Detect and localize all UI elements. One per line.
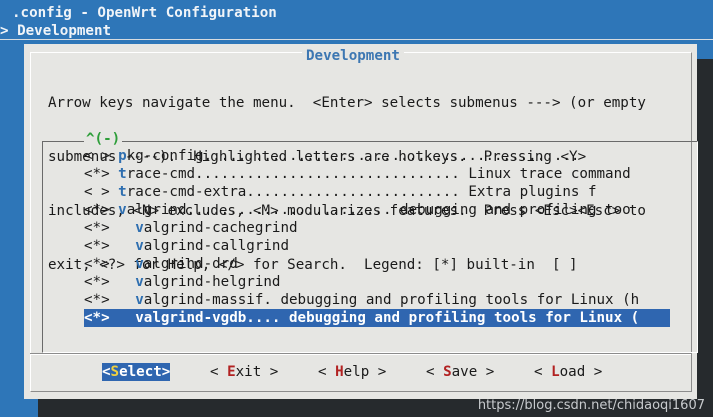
menu-item-state[interactable]: <*> (84, 220, 110, 236)
menu-item-hotkey: t (118, 184, 127, 200)
menuconfig-dialog: Development Arrow keys navigate the menu… (24, 44, 698, 399)
button-pre: < (534, 364, 552, 380)
select-button[interactable]: <Select> (102, 363, 171, 381)
button-divider-highlight (30, 354, 691, 355)
menu-item-state[interactable]: <*> (84, 202, 110, 218)
menu-item-indent (110, 202, 119, 218)
button-pre: < (318, 364, 336, 380)
menu-item[interactable]: < > pkg-config..........................… (84, 147, 670, 165)
menu-item-selected[interactable]: <*> valgrind-vgdb.... debugging and prof… (84, 309, 670, 327)
menu-item-state[interactable]: <*> (84, 310, 110, 326)
menu-item-hotkey: v (135, 292, 144, 308)
scroll-up-indicator[interactable]: ^(-) (84, 130, 123, 148)
button-pre: < (426, 364, 444, 380)
button-post: ave > (451, 364, 495, 380)
menu-item-state[interactable]: <*> (84, 292, 110, 308)
menu-item-indent (110, 238, 136, 254)
help-line: Arrow keys navigate the menu. <Enter> se… (48, 95, 646, 111)
menu-item-indent (110, 274, 136, 290)
menu-item-hotkey: v (118, 202, 127, 218)
menu-item-state[interactable]: <*> (84, 256, 110, 272)
menu-item[interactable]: <*> valgrind-massif. debugging and profi… (84, 291, 670, 309)
breadcrumb: > Development (0, 23, 112, 39)
menu-item-indent (110, 310, 136, 326)
menu-item-label: algrind-callgrind (143, 238, 290, 254)
menu-item-label: algrind-drd (143, 256, 238, 272)
button-post: oad > (559, 364, 603, 380)
watermark: https://blog.csdn.net/chidaoqi1607 (477, 398, 705, 413)
help-button[interactable]: < Help > (318, 363, 386, 381)
menu-item-indent (110, 184, 119, 200)
button-post: elect> (119, 364, 171, 380)
button-pre: < (102, 364, 111, 380)
header-underline (0, 39, 713, 40)
menu-item-indent (110, 292, 136, 308)
save-button[interactable]: < Save > (426, 363, 494, 381)
menu-item[interactable]: <*> valgrind-callgrind (84, 237, 670, 255)
menu-item-hotkey: v (135, 274, 144, 290)
menu-item-hotkey: t (118, 166, 127, 182)
menu-item-state[interactable]: < > (84, 148, 110, 164)
menu-item-hotkey: v (135, 310, 144, 326)
button-hotkey: S (110, 364, 120, 380)
menu-item-state[interactable]: <*> (84, 238, 110, 254)
menu-item-hotkey: p (118, 148, 127, 164)
menu-item-label: algrind-massif. debugging and profiling … (143, 292, 640, 308)
menu-item[interactable]: <*> valgrind-drd (84, 255, 670, 273)
menu-item-label: algrind........................ debuggin… (126, 202, 631, 218)
menu-item-indent (110, 220, 136, 236)
menu-item-label: race-cmd-extra......................... … (126, 184, 597, 200)
menu-item-indent (110, 148, 119, 164)
menu-item-label: algrind-vgdb.... debugging and profiling… (143, 310, 640, 326)
button-hotkey: L (551, 364, 560, 380)
menu-item-hotkey: v (135, 238, 144, 254)
menu-item-indent (110, 166, 119, 182)
menu-item-state[interactable]: < > (84, 184, 110, 200)
button-post: xit > (235, 364, 279, 380)
menu-item-label: race-cmd............................... … (126, 166, 631, 182)
button-hotkey: S (443, 364, 452, 380)
menu-item[interactable]: < > trace-cmd-extra.....................… (84, 183, 670, 201)
menu-item-label: kg-config...............................… (126, 148, 580, 164)
button-hotkey: H (335, 364, 344, 380)
menu-item-indent (110, 256, 136, 272)
menu-item-hotkey: v (135, 256, 144, 272)
exit-button[interactable]: < Exit > (210, 363, 278, 381)
menu-item[interactable]: <*> trace-cmd...........................… (84, 165, 670, 183)
menu-item-hotkey: v (135, 220, 144, 236)
menu-item[interactable]: <*> valgrind-cachegrind (84, 219, 670, 237)
menu-item-label: algrind-helgrind (143, 274, 281, 290)
menu-item[interactable]: <*> valgrind........................ deb… (84, 201, 670, 219)
menu-item-label: algrind-cachegrind (143, 220, 298, 236)
menu-item[interactable]: <*> valgrind-helgrind (84, 273, 670, 291)
button-hotkey: E (227, 364, 236, 380)
button-post: elp > (343, 364, 387, 380)
load-button[interactable]: < Load > (534, 363, 602, 381)
menu-item-state[interactable]: <*> (84, 166, 110, 182)
button-pre: < (210, 364, 228, 380)
menu-item-state[interactable]: <*> (84, 274, 110, 290)
window-title: .config - OpenWrt Configuration (12, 5, 277, 21)
